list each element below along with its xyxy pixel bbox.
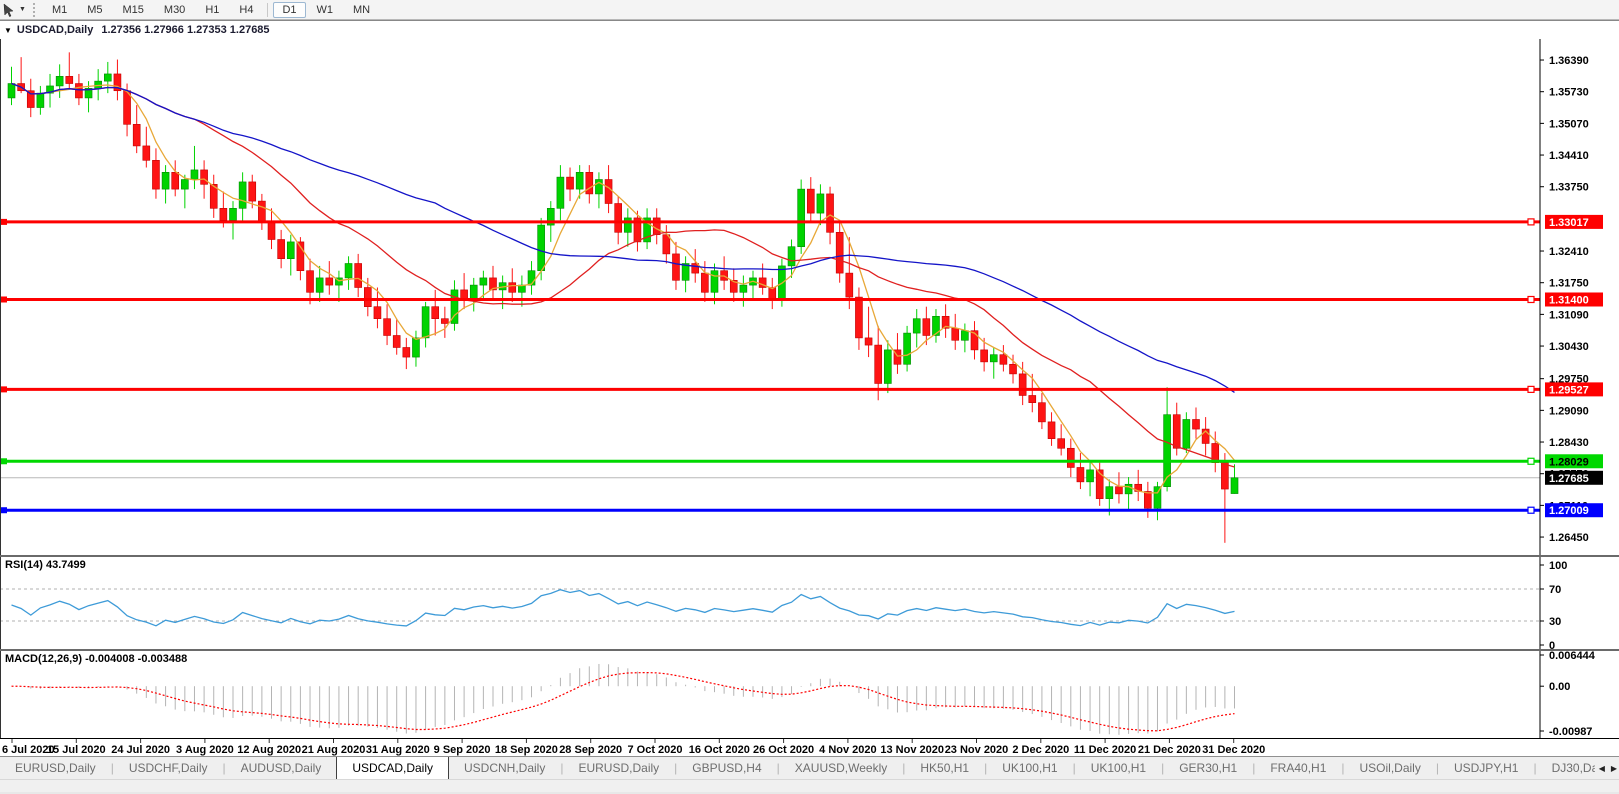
svg-text:1.30430: 1.30430 [1549,341,1589,353]
timeframe-button-m15[interactable]: M15 [114,2,153,18]
date-axis[interactable]: 6 Jul 202015 Jul 202024 Jul 20203 Aug 20… [0,738,1619,756]
chart-tab-eurusd-daily[interactable]: EURUSD,Daily [563,757,674,779]
chart-tab-bar: EURUSD,Daily|USDCHF,Daily|AUDUSD,DailyUS… [0,756,1619,779]
chart-tab-fra40-h1[interactable]: FRA40,H1 [1255,757,1341,779]
symbol-dropdown-icon[interactable]: ▼ [4,26,12,35]
svg-text:70: 70 [1549,584,1561,596]
svg-text:23 Nov 2020: 23 Nov 2020 [945,744,1009,756]
tab-scroll-left-icon[interactable]: ◀ [1599,764,1605,773]
svg-text:100: 100 [1549,560,1567,572]
svg-text:1.28430: 1.28430 [1549,437,1589,449]
svg-text:31 Dec 2020: 31 Dec 2020 [1202,744,1265,756]
macd-label: MACD(12,26,9) -0.004008 -0.003488 [5,653,187,665]
svg-text:7 Oct 2020: 7 Oct 2020 [627,744,682,756]
chart-window: ▼ USDCAD,Daily 1.27356 1.27966 1.27353 1… [0,20,1619,756]
svg-text:21 Aug 2020: 21 Aug 2020 [302,744,366,756]
svg-text:16 Oct 2020: 16 Oct 2020 [689,744,750,756]
chart-symbol-period: USDCAD,Daily [17,24,93,36]
timeframe-button-w1[interactable]: W1 [308,2,343,18]
status-strip [0,779,1619,792]
svg-text:11 Dec 2020: 11 Dec 2020 [1074,744,1136,756]
chart-tab-xauusd-weekly[interactable]: XAUUSD,Weekly [780,757,902,779]
timeframe-button-m5[interactable]: M5 [78,2,111,18]
timeframe-button-h4[interactable]: H4 [230,2,262,18]
timeframe-button-d1[interactable]: D1 [273,2,305,18]
svg-text:1.26450: 1.26450 [1549,532,1589,544]
timeframe-toolbar: ▼ M1M5M15M30H1H4 D1W1MN [0,0,1619,20]
svg-text:15 Jul 2020: 15 Jul 2020 [47,744,106,756]
svg-text:1.31750: 1.31750 [1549,278,1589,290]
macd-chart[interactable]: 0.006444 0.00 -0.00987 [0,651,1619,740]
slow-ma-line [12,84,1235,393]
svg-text:24 Jul 2020: 24 Jul 2020 [111,744,170,756]
chart-tab-usdcnh-daily[interactable]: USDCNH,Daily [449,757,560,779]
svg-text:1.34410: 1.34410 [1549,150,1589,162]
svg-text:0.00: 0.00 [1549,681,1570,693]
svg-text:13 Nov 2020: 13 Nov 2020 [880,744,944,756]
svg-text:-0.00987: -0.00987 [1549,726,1592,738]
svg-text:1.29527: 1.29527 [1549,384,1589,396]
chart-tab-uk100-h1[interactable]: UK100,H1 [987,757,1072,779]
timeframe-button-m30[interactable]: M30 [155,2,194,18]
svg-text:1.29090: 1.29090 [1549,405,1589,417]
rsi-indicator-panel[interactable]: RSI(14) 43.7499 10070300 [0,555,1619,649]
svg-text:12 Aug 2020: 12 Aug 2020 [237,744,301,756]
chart-tab-eurusd-daily[interactable]: EURUSD,Daily [0,757,111,779]
svg-text:1.28029: 1.28029 [1549,456,1589,468]
svg-text:26 Oct 2020: 26 Oct 2020 [753,744,814,756]
chart-tab-audusd-daily[interactable]: AUDUSD,Daily [226,757,337,779]
chart-tools-dropdown-icon[interactable]: ▼ [19,6,26,13]
svg-text:2 Dec 2020: 2 Dec 2020 [1012,744,1069,756]
chart-cursor-icon[interactable] [2,3,18,17]
chart-tab-uk100-h1[interactable]: UK100,H1 [1076,757,1161,779]
tab-scroll-arrows: ◀ ▶ [1595,757,1617,779]
main-price-chart[interactable]: 1.36390 1.35730 1.35070 1.34410 1.33750 1.324… [0,39,1619,555]
svg-text:18 Sep 2020: 18 Sep 2020 [495,744,558,756]
svg-text:1.31090: 1.31090 [1549,309,1589,321]
svg-text:0.006444: 0.006444 [1549,651,1596,662]
svg-text:4 Nov 2020: 4 Nov 2020 [819,744,876,756]
chart-tab-usdjpy-h1[interactable]: USDJPY,H1 [1439,757,1533,779]
chart-tab-gbpusd-h4[interactable]: GBPUSD,H4 [677,757,776,779]
svg-text:21 Dec 2020: 21 Dec 2020 [1138,744,1201,756]
svg-text:31 Aug 2020: 31 Aug 2020 [366,744,430,756]
rsi-chart[interactable]: 10070300 [0,557,1619,651]
chart-ohlc-values: 1.27356 1.27966 1.27353 1.27685 [101,24,269,36]
svg-text:9 Sep 2020: 9 Sep 2020 [434,744,491,756]
candles [8,52,1238,542]
chart-tab-ger30-h1[interactable]: GER30,H1 [1164,757,1252,779]
tab-scroll-right-icon[interactable]: ▶ [1611,764,1617,773]
macd-histogram [12,664,1235,735]
timeframe-button-m1[interactable]: M1 [43,2,76,18]
candlestick-chart[interactable]: 1.36390 1.35730 1.35070 1.34410 1.33750 1.324… [0,39,1619,555]
macd-indicator-panel[interactable]: MACD(12,26,9) -0.004008 -0.003488 0.0064… [0,649,1619,738]
svg-text:1.27685: 1.27685 [1549,473,1589,485]
chart-tab-usoil-daily[interactable]: USOil,Daily [1345,757,1436,779]
chart-tab-hk50-h1[interactable]: HK50,H1 [905,757,984,779]
chart-title-row: ▼ USDCAD,Daily 1.27356 1.27966 1.27353 1… [0,21,1619,39]
date-axis-labels: 6 Jul 202015 Jul 202024 Jul 20203 Aug 20… [0,739,1619,757]
timeframe-button-h1[interactable]: H1 [196,2,228,18]
svg-text:1.35070: 1.35070 [1549,118,1589,130]
svg-text:30: 30 [1549,616,1561,628]
svg-text:28 Sep 2020: 28 Sep 2020 [559,744,622,756]
svg-text:1.27009: 1.27009 [1549,505,1589,517]
chart-tab-usdchf-daily[interactable]: USDCHF,Daily [114,757,223,779]
toolbar-grip[interactable] [33,3,38,17]
svg-text:1.35730: 1.35730 [1549,87,1589,99]
rsi-label: RSI(14) 43.7499 [5,559,86,571]
svg-text:1.32410: 1.32410 [1549,246,1589,258]
mid-ma-line [12,84,1235,468]
svg-text:1.36390: 1.36390 [1549,55,1589,67]
svg-text:3 Aug 2020: 3 Aug 2020 [176,744,234,756]
rsi-line [12,590,1235,626]
chart-tab-usdcad-daily[interactable]: USDCAD,Daily [336,756,449,779]
svg-text:1.33750: 1.33750 [1549,182,1589,194]
timeframe-button-mn[interactable]: MN [344,2,379,18]
svg-text:1.33017: 1.33017 [1549,217,1589,229]
toolbar-divider [267,3,268,17]
svg-text:1.31400: 1.31400 [1549,294,1589,306]
